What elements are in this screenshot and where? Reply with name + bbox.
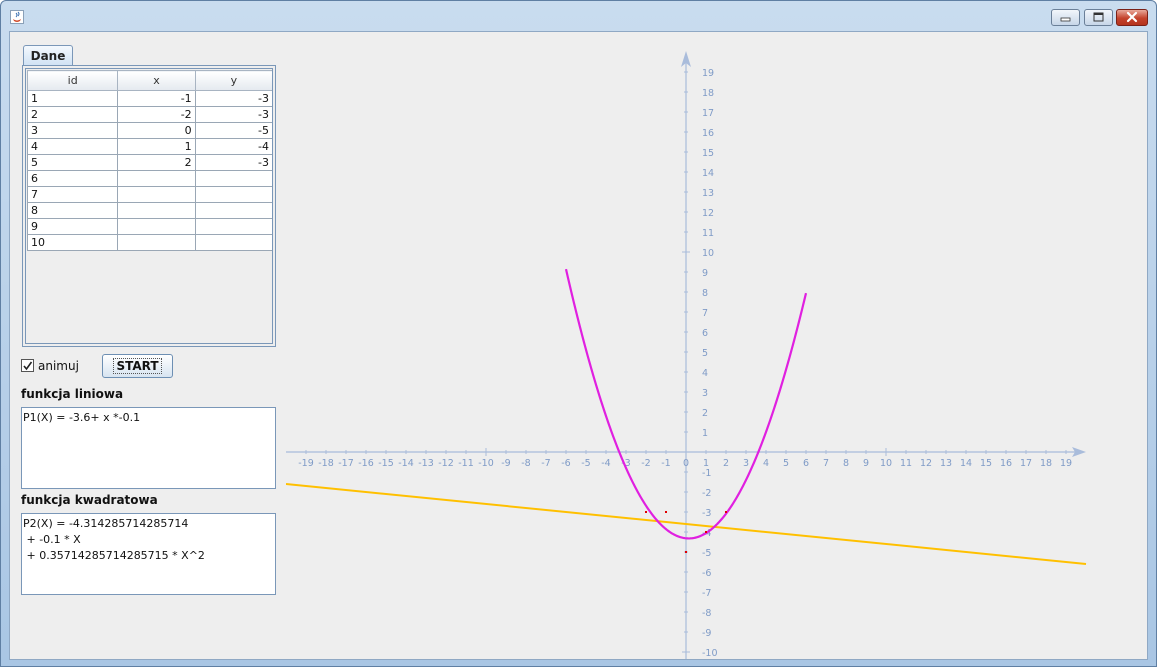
y-tick-label: 19: [702, 68, 714, 79]
y-tick-label: -6: [702, 568, 711, 579]
x-tick-label: -7: [541, 458, 550, 469]
x-tick-label: 9: [863, 458, 869, 469]
y-tick-label: -7: [702, 588, 711, 599]
x-tick-label: -18: [318, 458, 334, 469]
y-tick-label: 3: [702, 388, 708, 399]
y-tick-label: 18: [702, 88, 714, 99]
x-tick-label: -9: [501, 458, 510, 469]
x-tick-label: 3: [743, 458, 749, 469]
x-tick-label: 18: [1040, 458, 1052, 469]
y-tick-label: 10: [702, 248, 714, 259]
x-tick-label: 12: [920, 458, 932, 469]
y-tick-label: -1: [702, 468, 711, 479]
data-point: [705, 531, 707, 533]
x-tick-label: -16: [358, 458, 374, 469]
x-tick-label: 0: [683, 458, 689, 469]
y-tick-label: -10: [702, 648, 718, 659]
y-tick-label: 7: [702, 308, 708, 319]
y-tick-label: -8: [702, 608, 711, 619]
y-tick-label: 5: [702, 348, 708, 359]
x-tick-label: 4: [763, 458, 769, 469]
y-tick-label: 14: [702, 168, 714, 179]
x-tick-label: 10: [880, 458, 892, 469]
y-tick-label: 11: [702, 228, 714, 239]
x-tick-label: -5: [581, 458, 590, 469]
x-tick-label: 6: [803, 458, 809, 469]
y-tick-label: 9: [702, 268, 708, 279]
x-tick-label: -10: [478, 458, 494, 469]
y-tick-label: 12: [702, 208, 714, 219]
x-tick-label: 15: [980, 458, 992, 469]
x-tick-label: -13: [418, 458, 434, 469]
y-tick-label: 16: [702, 128, 714, 139]
x-tick-label: -14: [398, 458, 414, 469]
y-tick-label: -5: [702, 548, 711, 559]
x-tick-label: 5: [783, 458, 789, 469]
y-tick-label: 4: [702, 368, 708, 379]
y-tick-label: 2: [702, 408, 708, 419]
x-tick-label: -12: [438, 458, 454, 469]
function-plot[interactable]: -19 -18 -17 -16 -15 -14 -13 -12 -11 -10 -9 -8 -7 -6 -5…: [1, 1, 1156, 666]
data-point: [645, 511, 647, 513]
y-tick-label: -9: [702, 628, 711, 639]
y-tick-label: -3: [702, 508, 711, 519]
x-tick-label: -15: [378, 458, 394, 469]
data-point: [665, 511, 667, 513]
x-tick-label: 14: [960, 458, 972, 469]
data-point: [685, 551, 687, 553]
x-tick-label: 11: [900, 458, 912, 469]
x-tick-label: -8: [521, 458, 530, 469]
x-tick-label: -4: [601, 458, 610, 469]
x-tick-label: 16: [1000, 458, 1012, 469]
x-tick-label: 19: [1060, 458, 1072, 469]
y-tick-label: 8: [702, 288, 708, 299]
x-tick-label: -1: [661, 458, 670, 469]
x-tick-label: -6: [561, 458, 570, 469]
x-tick-label: -11: [458, 458, 474, 469]
y-tick-label: -2: [702, 488, 711, 499]
y-tick-label: 1: [702, 428, 708, 439]
x-tick-label: 7: [823, 458, 829, 469]
x-tick-label: -2: [641, 458, 650, 469]
x-tick-label: -17: [338, 458, 354, 469]
x-tick-label: -19: [298, 458, 314, 469]
x-tick-label: 13: [940, 458, 952, 469]
data-point: [725, 511, 727, 513]
y-tick-label: 6: [702, 328, 708, 339]
application-window: Dane id x y 1 -1 -3 2 -2 -3 3 0 -5 4 1 -…: [0, 0, 1157, 667]
x-tick-label: 2: [723, 458, 729, 469]
y-tick-label: 13: [702, 188, 714, 199]
x-tick-label: 8: [843, 458, 849, 469]
y-tick-label: 17: [702, 108, 714, 119]
x-tick-label: 17: [1020, 458, 1032, 469]
y-tick-label: 15: [702, 148, 714, 159]
